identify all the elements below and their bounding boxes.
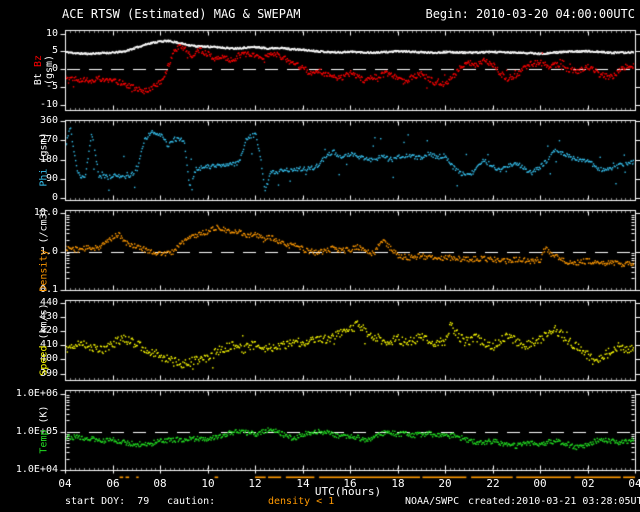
x-tick-label: 06 [106, 477, 120, 490]
chart-canvas [0, 0, 640, 512]
x-tick-label: 08 [153, 477, 167, 490]
x-tick-label: 10 [201, 477, 215, 490]
x-tick-label: 04 [628, 477, 640, 490]
created-timestamp: created:2010-03-21 03:28:05UTC [468, 496, 640, 507]
x-tick-label: 02 [581, 477, 595, 490]
start-doy-label: start DOY: 79 [65, 496, 150, 507]
x-tick-label: 12 [248, 477, 262, 490]
agency-label: NOAA/SWPC [405, 496, 460, 507]
x-tick-label: 00 [533, 477, 547, 490]
x-tick-label: 22 [486, 477, 500, 490]
page-title: ACE RTSW (Estimated) MAG & SWEPAM [62, 7, 301, 21]
caution-label: caution: [167, 496, 216, 507]
x-tick-label: 20 [438, 477, 452, 490]
begin-timestamp: Begin: 2010-03-20 04:00:00UTC [425, 7, 635, 21]
ace-rtsw-plot: ACE RTSW (Estimated) MAG & SWEPAM Begin:… [0, 0, 640, 512]
x-tick-label: 04 [58, 477, 72, 490]
y-axis-title-part: Temp [38, 423, 50, 454]
y-axis-title-part: (/cm3) [38, 207, 50, 244]
caution-value: density < 1 [268, 496, 335, 507]
y-axis-title-part: (K) [38, 405, 50, 424]
